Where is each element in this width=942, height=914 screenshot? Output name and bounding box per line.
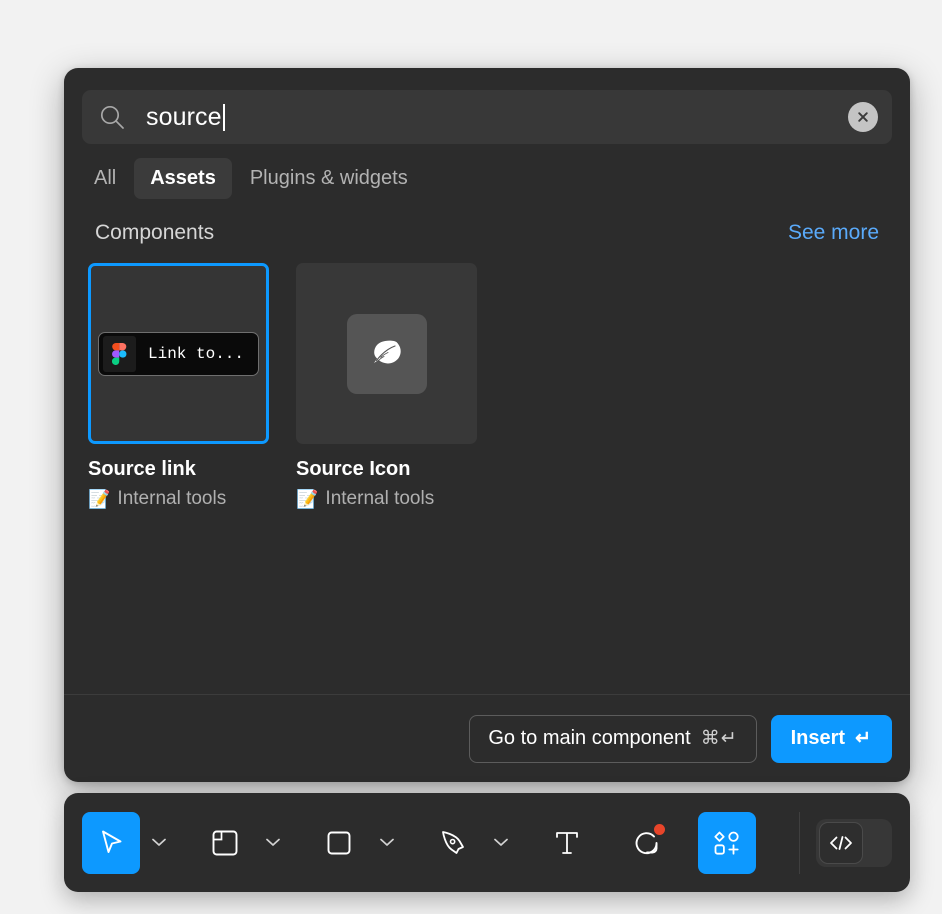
search-input-value: source [146, 102, 222, 131]
icon-tile [346, 313, 427, 394]
frame-icon [212, 830, 238, 855]
asset-library-label: Internal tools [325, 488, 435, 509]
dev-mode-toggle[interactable] [816, 818, 892, 867]
code-brackets-icon [830, 835, 852, 850]
see-more-link[interactable]: See more [788, 221, 879, 245]
shape-tool-button[interactable] [310, 812, 368, 874]
insert-label: Insert [790, 727, 846, 749]
chevron-down-icon [266, 838, 280, 846]
asset-library: 📝 Internal tools [88, 488, 269, 510]
tab-assets[interactable]: Assets [134, 158, 232, 199]
go-to-main-component-label: Go to main component [488, 727, 691, 749]
frame-tool-chevron[interactable] [258, 812, 288, 874]
asset-library: 📝 Internal tools [296, 488, 477, 510]
modal-footer: Go to main component ⌘↵ Insert ↵ [64, 694, 910, 782]
search-bar[interactable]: source [82, 90, 892, 144]
search-input[interactable]: source [146, 103, 848, 132]
text-t-icon [556, 831, 578, 854]
asset-title: Source link [88, 458, 196, 480]
chevron-down-icon [152, 838, 166, 846]
asset-search-modal: source All Assets Plugins & widgets Comp… [64, 68, 910, 782]
asset-thumbnail [296, 263, 477, 444]
insert-button[interactable]: Insert ↵ [770, 714, 892, 763]
section-title: Components [95, 221, 215, 244]
memo-icon: 📝 [88, 488, 111, 509]
dev-mode-knob [819, 821, 863, 864]
asset-library-label: Internal tools [117, 488, 227, 509]
close-icon [858, 112, 868, 122]
pen-icon [442, 830, 464, 854]
clear-search-button[interactable] [848, 102, 878, 132]
chevron-down-icon [380, 838, 394, 846]
pen-tool-chevron[interactable] [486, 812, 516, 874]
chevron-down-icon [494, 838, 508, 846]
go-to-main-component-shortcut: ⌘↵ [700, 728, 738, 749]
components-section-header: Components See more [95, 221, 879, 245]
comment-notification-badge [654, 823, 665, 835]
tab-bar: All Assets Plugins & widgets [78, 158, 892, 199]
pen-tool-button[interactable] [424, 812, 482, 874]
move-tool-button[interactable] [82, 811, 140, 874]
shape-tool-chevron[interactable] [372, 812, 402, 874]
go-to-main-component-button[interactable]: Go to main component ⌘↵ [469, 714, 757, 763]
asset-title: Source Icon [296, 458, 411, 480]
memo-icon: 📝 [296, 488, 319, 509]
tab-plugins-widgets[interactable]: Plugins & widgets [234, 158, 424, 199]
tab-all[interactable]: All [78, 158, 132, 199]
square-icon [327, 831, 351, 854]
search-icon [98, 103, 126, 131]
insert-shortcut: ↵ [855, 728, 872, 749]
frame-tool-button[interactable] [196, 812, 254, 874]
figma-logo-icon [102, 335, 136, 372]
move-tool-chevron[interactable] [144, 812, 174, 874]
comment-tool-button[interactable] [618, 812, 676, 874]
resources-icon [714, 831, 739, 855]
text-tool-button[interactable] [538, 812, 596, 874]
link-chip-label: Link to... [147, 344, 244, 363]
toolbar-tools [82, 793, 789, 892]
asset-card-source-link[interactable]: Link to... Source link 📝 Internal tools [88, 263, 269, 510]
link-to-chip: Link to... [97, 331, 259, 376]
toolbar-divider [799, 811, 800, 874]
asset-card-source-icon[interactable]: Source Icon 📝 Internal tools [296, 263, 477, 510]
results-area: Link to... Source link 📝 Internal tools [64, 245, 910, 694]
text-caret [222, 103, 225, 131]
asset-thumbnail: Link to... [88, 263, 269, 444]
resources-tool-button[interactable] [698, 811, 756, 874]
cursor-icon [102, 830, 122, 853]
figma-toolbar [64, 793, 910, 892]
feather-icon [373, 340, 401, 363]
results-grid: Link to... Source link 📝 Internal tools [88, 263, 879, 510]
